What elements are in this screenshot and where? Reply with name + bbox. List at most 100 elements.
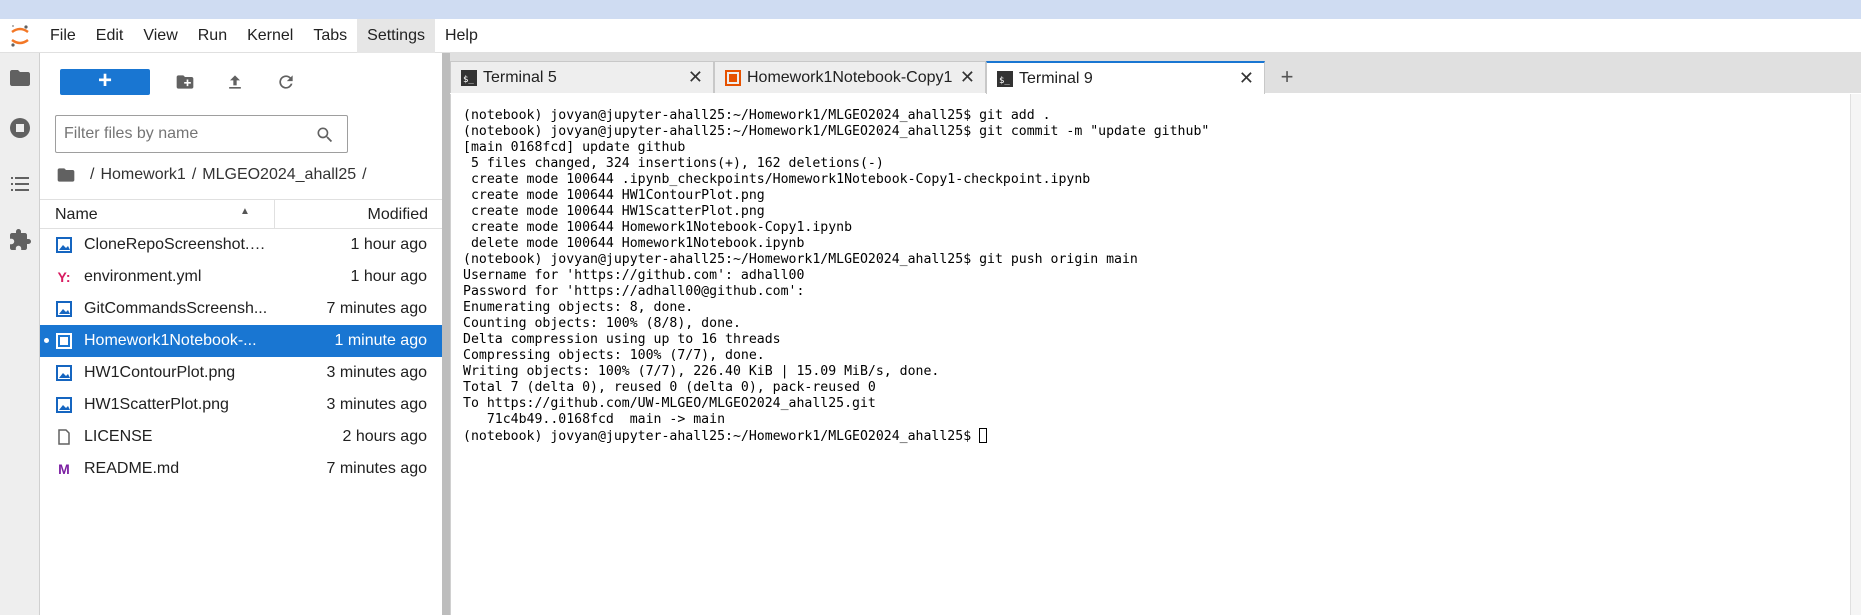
file-browser-toolbar: + [40, 67, 442, 97]
terminal-cursor [979, 428, 988, 443]
close-icon[interactable]: ✕ [1239, 68, 1254, 89]
tab-terminal-9[interactable]: $_ Terminal 9 ✕ [986, 61, 1265, 94]
menu-view[interactable]: View [133, 19, 187, 53]
terminal-line: 71c4b49..0168fcd main -> main [463, 412, 726, 427]
menu-settings[interactable]: Settings [357, 18, 435, 53]
image-icon [55, 364, 73, 382]
close-icon[interactable]: ✕ [960, 67, 975, 88]
upload-icon [229, 75, 241, 89]
tab-homework1notebook-copy1[interactable]: Homework1Notebook-Copy1 ✕ [714, 61, 986, 93]
sidetab-extensions[interactable] [0, 215, 40, 265]
image-icon [55, 236, 73, 254]
sidetab-file-browser[interactable] [0, 53, 40, 103]
home-folder-icon[interactable] [56, 165, 76, 185]
sidetab-running[interactable] [0, 103, 40, 153]
terminal-line: create mode 100644 HW1ScatterPlot.png [463, 204, 765, 219]
notebook-icon [725, 70, 741, 86]
menu-kernel[interactable]: Kernel [237, 19, 303, 53]
file-row-gitcommandsscreenshot[interactable]: GitCommandsScreensh... 7 minutes ago [40, 293, 442, 325]
terminal-scrollbar[interactable] [1850, 94, 1861, 615]
add-tab-button[interactable]: + [1271, 61, 1303, 93]
terminal-line: (notebook) jovyan@jupyter-ahall25:~/Home… [463, 252, 1138, 267]
main-dock-area: $_ Terminal 5 ✕ Homework1Notebook-Copy1 … [450, 53, 1861, 615]
file-modified: 1 hour ago [350, 268, 427, 285]
breadcrumb-homework1[interactable]: Homework1 [100, 166, 185, 184]
folder-icon [10, 70, 30, 86]
refresh-button[interactable] [275, 71, 297, 93]
tab-label: Terminal 5 [483, 69, 557, 86]
terminal-line: Delta compression using up to 16 threads [463, 332, 781, 347]
menubar: File Edit View Run Kernel Tabs Settings … [0, 18, 1861, 53]
new-launcher-button[interactable]: + [60, 69, 150, 95]
refresh-icon [279, 75, 293, 89]
breadcrumb: / Homework1 / MLGEO2024_ahall25 / [56, 163, 373, 187]
file-list: CloneRepoScreenshot.p... 1 hour ago Y: e… [40, 229, 442, 485]
file-row-hw1contourplot[interactable]: HW1ContourPlot.png 3 minutes ago [40, 357, 442, 389]
terminal-line: Total 7 (delta 0), reused 0 (delta 0), p… [463, 380, 876, 395]
sort-ascending-icon[interactable]: ▲ [240, 206, 250, 217]
new-folder-button[interactable] [174, 71, 196, 93]
file-name: CloneRepoScreenshot.p... [84, 236, 269, 253]
column-header-name[interactable]: Name [55, 206, 98, 224]
file-modified: 3 minutes ago [326, 396, 427, 413]
new-folder-icon [176, 75, 194, 89]
file-list-header: Name ▲ Modified [40, 199, 442, 229]
menu-edit[interactable]: Edit [86, 19, 134, 53]
file-row-homework1notebook[interactable]: Homework1Notebook-... 1 minute ago [40, 325, 442, 357]
file-browser-panel: + / Homework1 / MLGEO2024_ahall25 / Name… [40, 53, 442, 615]
terminal-output: (notebook) jovyan@jupyter-ahall25:~/Home… [463, 108, 1209, 445]
notebook-icon [55, 332, 73, 350]
file-modified: 3 minutes ago [326, 364, 427, 381]
file-row-hw1scatterplot[interactable]: HW1ScatterPlot.png 3 minutes ago [40, 389, 442, 421]
file-row-readme-md[interactable]: M README.md 7 minutes ago [40, 453, 442, 485]
menu-run[interactable]: Run [188, 19, 237, 53]
filter-box [55, 115, 348, 153]
close-icon[interactable]: ✕ [688, 67, 703, 88]
terminal-line: To https://github.com/UW-MLGEO/MLGEO2024… [463, 396, 876, 411]
svg-text:$_: $_ [999, 76, 1010, 86]
sidetab-table-of-contents[interactable] [0, 159, 40, 209]
column-divider[interactable] [274, 200, 275, 229]
image-icon [55, 300, 73, 318]
upload-button[interactable] [224, 71, 246, 93]
file-icon [55, 428, 73, 446]
terminal-line: create mode 100644 .ipynb_checkpoints/Ho… [463, 172, 1091, 187]
terminal-line: Enumerating objects: 8, done. [463, 300, 694, 315]
terminal-line: 5 files changed, 324 insertions(+), 162 … [463, 156, 884, 171]
tab-terminal-5[interactable]: $_ Terminal 5 ✕ [450, 61, 714, 93]
breadcrumb-separator: / [90, 166, 95, 183]
file-name: HW1ScatterPlot.png [84, 396, 229, 413]
file-modified: 1 hour ago [350, 236, 427, 253]
terminal-panel[interactable]: (notebook) jovyan@jupyter-ahall25:~/Home… [450, 94, 1850, 615]
file-modified: 1 minute ago [334, 332, 427, 349]
column-header-modified[interactable]: Modified [368, 206, 428, 224]
yaml-icon: Y: [57, 269, 71, 285]
terminal-line: Counting objects: 100% (8/8), done. [463, 316, 741, 331]
terminal-line: [main 0168fcd] update github [463, 140, 686, 155]
markdown-icon: M [58, 461, 70, 477]
terminal-prompt: (notebook) jovyan@jupyter-ahall25:~/Home… [463, 429, 980, 444]
menu-file[interactable]: File [40, 19, 86, 53]
panel-splitter[interactable] [442, 53, 450, 615]
file-row-license[interactable]: LICENSE 2 hours ago [40, 421, 442, 453]
menu-help[interactable]: Help [435, 19, 488, 53]
file-name: Homework1Notebook-... [84, 332, 257, 349]
file-row-environment-yml[interactable]: Y: environment.yml 1 hour ago [40, 261, 442, 293]
menu-tabs[interactable]: Tabs [303, 19, 357, 53]
terminal-line: Writing objects: 100% (7/7), 226.40 KiB … [463, 364, 940, 379]
terminal-line: create mode 100644 HW1ContourPlot.png [463, 188, 765, 203]
breadcrumb-mlgeo2024[interactable]: MLGEO2024_ahall25 [202, 166, 356, 184]
breadcrumb-separator: / [362, 166, 367, 183]
svg-text:$_: $_ [463, 75, 474, 85]
terminal-line: Compressing objects: 100% (7/7), done. [463, 348, 765, 363]
file-name: environment.yml [84, 268, 202, 285]
terminal-line: Username for 'https://github.com': adhal… [463, 268, 805, 283]
tab-label: Terminal 9 [1019, 70, 1093, 87]
file-row-clonereposcreenshot[interactable]: CloneRepoScreenshot.p... 1 hour ago [40, 229, 442, 261]
filter-files-input[interactable] [56, 125, 296, 143]
terminal-prompt-line[interactable]: (notebook) jovyan@jupyter-ahall25:~/Home… [463, 428, 1209, 445]
terminal-line: (notebook) jovyan@jupyter-ahall25:~/Home… [463, 108, 1051, 123]
terminal-line: create mode 100644 Homework1Notebook-Cop… [463, 220, 853, 235]
file-modified: 2 hours ago [342, 428, 427, 445]
file-name: LICENSE [84, 428, 153, 445]
